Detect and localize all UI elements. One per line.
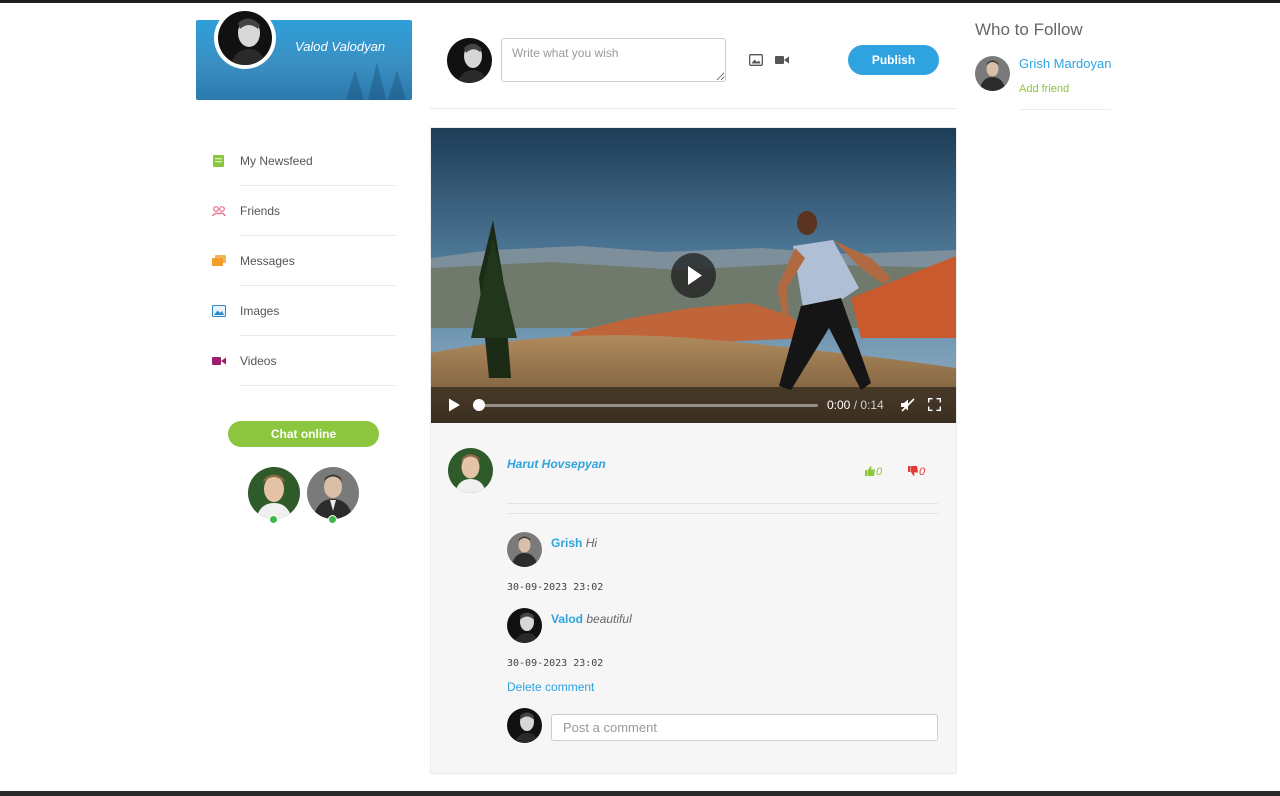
window-bottom-bar — [0, 791, 1280, 796]
profile-photo — [218, 11, 272, 65]
like-button[interactable]: 0 — [865, 466, 882, 478]
post-author-name[interactable]: Harut Hovsepyan — [507, 457, 606, 471]
video-play-overlay-button[interactable] — [671, 253, 716, 298]
play-icon — [688, 266, 702, 285]
messages-icon — [212, 255, 226, 266]
user-photo — [507, 708, 542, 743]
comment: Grish Hi — [551, 536, 597, 550]
thumbs-down-icon — [908, 466, 918, 476]
post-author-avatar[interactable] — [448, 448, 493, 493]
fullscreen-icon[interactable] — [928, 398, 941, 411]
post-comment-input[interactable] — [551, 714, 938, 741]
composer-divider — [430, 108, 956, 109]
sidebar-item-label: Friends — [240, 204, 281, 218]
sidebar-item-label: My Newsfeed — [240, 154, 313, 168]
sidebar-menu: My Newsfeed Friends Messages Images Vide… — [212, 136, 396, 386]
online-status-dot — [328, 515, 337, 524]
user-photo — [447, 38, 492, 83]
current-user-avatar — [507, 708, 542, 743]
who-to-follow-title: Who to Follow — [975, 20, 1083, 39]
post-divider — [507, 513, 938, 514]
cover-tree-decoration — [388, 70, 406, 100]
friend-photo — [248, 467, 300, 519]
video-current-time: 0:00 — [827, 398, 851, 412]
videos-icon — [212, 357, 226, 365]
online-friend-avatar[interactable] — [307, 467, 359, 519]
comment-avatar[interactable] — [507, 608, 542, 643]
profile-name[interactable]: Valod Valodyan — [295, 39, 385, 54]
sidebar-item-messages[interactable]: Messages — [212, 236, 396, 286]
sidebar-item-label: Videos — [240, 354, 277, 368]
suggested-user-photo — [975, 56, 1010, 91]
sidebar-item-label: Messages — [240, 254, 295, 268]
comment-timestamp: 30-09-2023 23:02 — [507, 658, 604, 669]
dislike-button[interactable]: 0 — [908, 466, 925, 478]
window-top-bar — [0, 0, 1280, 3]
commenter-photo — [507, 608, 542, 643]
follow-divider — [1019, 109, 1111, 110]
attach-image-icon[interactable] — [749, 54, 763, 66]
profile-avatar[interactable] — [214, 7, 276, 69]
play-icon[interactable] — [447, 398, 461, 412]
comment-user[interactable]: Valod — [551, 612, 583, 626]
comment-user[interactable]: Grish — [551, 536, 582, 550]
comment-text: beautiful — [586, 612, 632, 626]
cover-tree-decoration — [346, 70, 364, 100]
attach-video-icon[interactable] — [775, 54, 789, 66]
friend-photo — [307, 467, 359, 519]
comment: Valod beautiful — [551, 612, 632, 626]
publish-button[interactable]: Publish — [848, 45, 939, 75]
mute-icon[interactable] — [900, 398, 916, 412]
video-time: 0:00 / 0:14 — [827, 398, 884, 412]
commenter-photo — [507, 532, 542, 567]
like-count: 0 — [876, 466, 883, 478]
sidebar-item-label: Images — [240, 304, 280, 318]
author-photo — [448, 448, 493, 493]
sidebar-item-newsfeed[interactable]: My Newsfeed — [212, 136, 396, 186]
newsfeed-icon — [213, 155, 224, 167]
dislike-count: 0 — [919, 466, 926, 478]
cover-tree-decoration — [368, 62, 386, 100]
online-friend-avatar[interactable] — [248, 467, 300, 519]
sidebar-item-images[interactable]: Images — [212, 286, 396, 336]
suggested-user-avatar[interactable] — [975, 56, 1010, 91]
video-progress-track[interactable] — [476, 404, 818, 407]
add-friend-link[interactable]: Add friend — [1019, 83, 1069, 95]
sidebar-item-friends[interactable]: Friends — [212, 186, 396, 236]
composer-avatar — [447, 38, 492, 83]
video-progress-handle[interactable] — [473, 399, 485, 411]
comment-text: Hi — [585, 536, 598, 550]
post-divider — [507, 503, 938, 504]
images-icon — [212, 305, 226, 317]
comment-avatar[interactable] — [507, 532, 542, 567]
menu-divider — [240, 385, 396, 386]
sidebar-item-videos[interactable]: Videos — [212, 336, 396, 386]
suggested-user-name[interactable]: Grish Mardoyan — [1019, 56, 1111, 71]
video-duration: / 0:14 — [853, 398, 884, 412]
delete-comment-link[interactable]: Delete comment — [507, 680, 594, 694]
comment-timestamp: 30-09-2023 23:02 — [507, 582, 604, 593]
friends-icon — [212, 206, 226, 217]
online-status-dot — [269, 515, 278, 524]
thumbs-up-icon — [865, 466, 875, 476]
chat-online-button[interactable]: Chat online — [228, 421, 379, 447]
post-composer-input[interactable] — [501, 38, 726, 82]
